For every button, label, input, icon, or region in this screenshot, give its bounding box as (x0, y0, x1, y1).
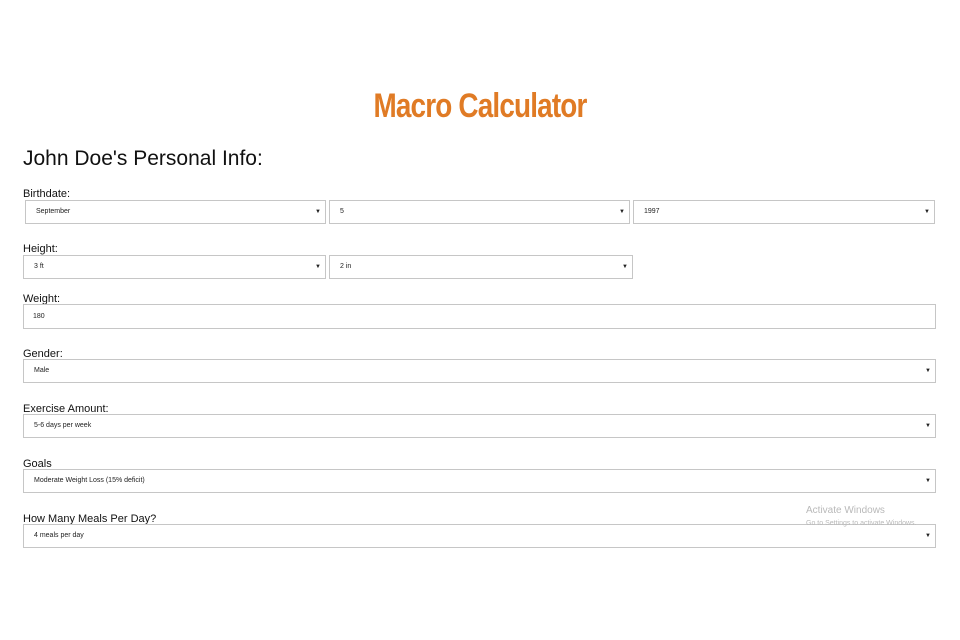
birthdate-month-select[interactable]: September ▼ (25, 200, 326, 224)
exercise-select[interactable]: 5-6 days per week ▼ (23, 414, 936, 438)
height-feet-select[interactable]: 3 ft ▼ (23, 255, 326, 279)
exercise-value: 5-6 days per week (34, 422, 92, 429)
watermark-title: Activate Windows (806, 505, 885, 516)
goals-value: Moderate Weight Loss (15% deficit) (34, 477, 145, 484)
weight-input[interactable]: 180 (23, 304, 936, 329)
height-feet-value: 3 ft (34, 263, 44, 270)
height-label: Height: (23, 243, 58, 255)
birthdate-day-value: 5 (340, 208, 344, 215)
chevron-down-icon: ▼ (924, 209, 930, 215)
birthdate-label: Birthdate: (23, 188, 71, 200)
goals-select[interactable]: Moderate Weight Loss (15% deficit) ▼ (23, 469, 936, 493)
birthdate-year-select[interactable]: 1997 ▼ (633, 200, 935, 224)
birthdate-year-value: 1997 (644, 208, 660, 215)
birthdate-month-value: September (36, 208, 71, 215)
chevron-down-icon: ▼ (619, 209, 625, 215)
meals-select[interactable]: 4 meals per day ▼ (23, 524, 936, 548)
chevron-down-icon: ▼ (925, 478, 931, 484)
birthdate-day-select[interactable]: 5 ▼ (329, 200, 630, 224)
height-inches-value: 2 in (340, 263, 352, 270)
chevron-down-icon: ▼ (622, 264, 628, 270)
gender-value: Male (34, 367, 50, 374)
gender-select[interactable]: Male ▼ (23, 359, 936, 383)
chevron-down-icon: ▼ (925, 368, 931, 374)
watermark-subtitle: Go to Settings to activate Windows. (806, 520, 917, 527)
section-heading: John Doe's Personal Info: (23, 147, 263, 170)
activate-windows-watermark: Activate Windows Go to Settings to activ… (806, 505, 917, 529)
height-inches-select[interactable]: 2 in ▼ (329, 255, 633, 279)
meals-value: 4 meals per day (34, 532, 84, 539)
chevron-down-icon: ▼ (925, 533, 931, 539)
app-title: Macro Calculator (373, 87, 587, 125)
chevron-down-icon: ▼ (315, 209, 321, 215)
chevron-down-icon: ▼ (315, 264, 321, 270)
chevron-down-icon: ▼ (925, 423, 931, 429)
